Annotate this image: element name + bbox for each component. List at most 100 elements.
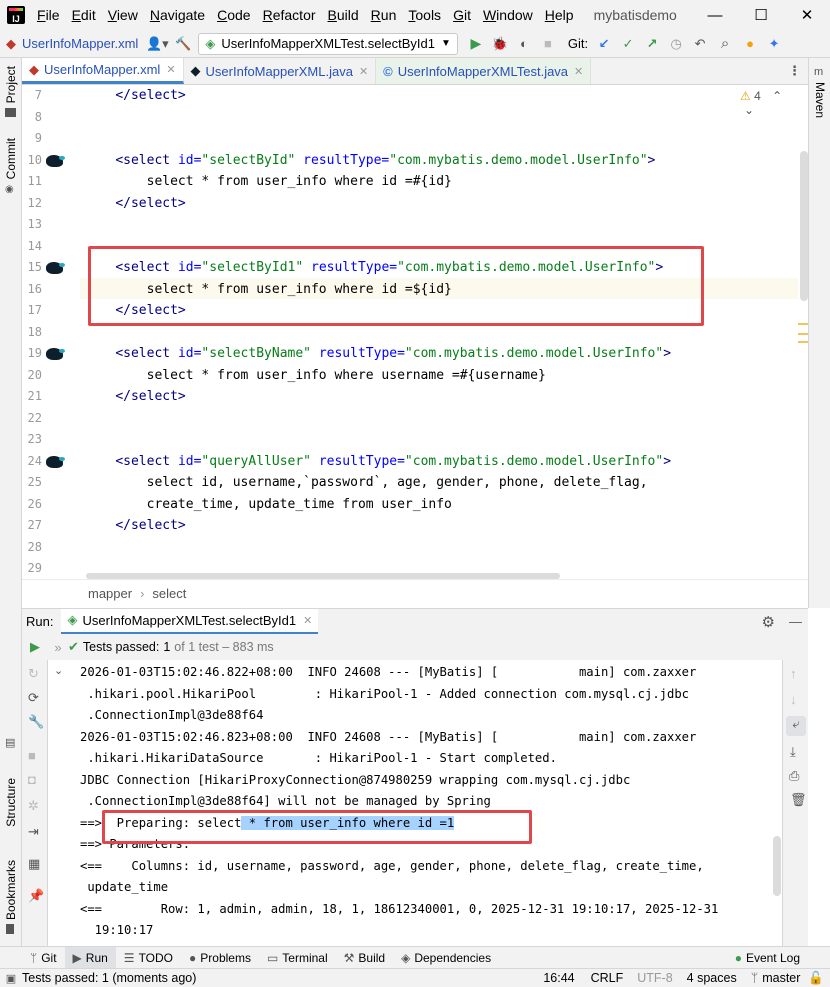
user-icon[interactable]: 👤▾ (142, 33, 172, 55)
code-line[interactable]: </select> (84, 85, 185, 106)
expand-icon[interactable]: » (48, 640, 68, 655)
wrench-icon[interactable]: 🔧 (28, 714, 44, 730)
tool-git[interactable]: ᛘ Git (0, 947, 65, 969)
maven-tool-button[interactable]: Maven (813, 82, 827, 118)
code-line[interactable]: </select> (84, 515, 185, 536)
minimize-panel-icon[interactable]: — (789, 614, 802, 629)
stop-icon[interactable]: ■ (28, 748, 36, 763)
menu-window[interactable]: Window (477, 7, 539, 23)
coverage-icon[interactable]: ◐ (512, 33, 536, 55)
git-update-icon[interactable]: ↙ (592, 33, 616, 55)
tool-dependencies[interactable]: ◈ Dependencies (393, 947, 499, 969)
soft-wrap-icon[interactable]: ⤶ (786, 716, 806, 736)
login-icon[interactable]: ⇥ (28, 824, 39, 840)
mybatis-navigate-icon[interactable] (46, 455, 65, 468)
nav-file-label[interactable]: UserInfoMapper.xml (18, 33, 142, 55)
jetbrains-ai-icon[interactable]: ✦ (762, 33, 786, 55)
breadcrumb-item[interactable]: mapper (88, 586, 132, 601)
tab-userinfomapperxml-java[interactable]: ◆ UserInfoMapperXML.java ✕ (184, 58, 377, 84)
caret-position[interactable]: 16:44 (543, 971, 574, 985)
code-line[interactable]: select * from user_info where username =… (84, 365, 546, 386)
menu-view[interactable]: View (102, 7, 144, 23)
file-encoding[interactable]: UTF-8 (637, 971, 672, 985)
run-icon[interactable]: ▶ (464, 33, 488, 55)
mybatis-navigate-icon[interactable] (46, 154, 65, 167)
menu-tools[interactable]: Tools (402, 7, 447, 23)
breadcrumb-item[interactable]: select (152, 586, 186, 601)
toggle-auto-test-icon[interactable]: ⟳ (28, 690, 39, 706)
editor-scrollbar[interactable] (798, 85, 808, 579)
scroll-thumb[interactable] (773, 836, 781, 896)
collapse-icon[interactable]: ⌄ (54, 664, 63, 677)
code-line[interactable]: </select> (84, 193, 185, 214)
tab-userinfomapper-xml[interactable]: ◆ UserInfoMapper.xml ✕ (22, 58, 184, 84)
close-tab-icon[interactable]: ✕ (574, 65, 583, 78)
camera-icon[interactable]: ◘ (28, 772, 36, 787)
tool-problems[interactable]: ● Problems (181, 947, 259, 969)
mybatis-navigate-icon[interactable] (46, 262, 65, 274)
scroll-thumb[interactable] (800, 151, 808, 301)
tool-build[interactable]: ⚒ Build (336, 947, 393, 969)
code-line[interactable]: select id, username,`password`, age, gen… (84, 472, 648, 493)
console-output[interactable]: ⌄ 2026-01-03T15:02:46.822+08:00 INFO 246… (48, 660, 772, 946)
panel-toggle-icon[interactable]: ▣ (0, 972, 22, 985)
pin-icon[interactable]: 📌 (28, 888, 44, 904)
menu-file[interactable]: File (31, 7, 66, 23)
git-push-icon[interactable]: ↗ (640, 33, 664, 55)
code-line[interactable]: select * from user_info where id =#{id} (84, 171, 452, 192)
lock-icon[interactable]: 🔓 (808, 971, 824, 986)
indent-setting[interactable]: 4 spaces (687, 971, 737, 985)
build-hammer-icon[interactable]: 🔨 (172, 33, 194, 55)
print-icon[interactable]: ⎙ (789, 768, 799, 784)
code-line[interactable]: <select id="queryAllUser" resultType="co… (84, 451, 671, 472)
status-message[interactable]: Tests passed: 1 (moments ago) (22, 971, 196, 985)
menu-run[interactable]: Run (365, 7, 403, 23)
menu-refactor[interactable]: Refactor (257, 7, 322, 23)
code-line[interactable]: <select id="selectByName" resultType="co… (84, 343, 671, 364)
menu-code[interactable]: Code (211, 7, 256, 23)
gear-icon[interactable]: ⚙ (762, 613, 775, 631)
code-line[interactable]: <select id="selectById" resultType="com.… (84, 150, 655, 171)
close-tab-icon[interactable]: ✕ (166, 63, 175, 76)
code-editor[interactable]: </select> <select id="selectById" result… (80, 85, 798, 579)
line-separator[interactable]: CRLF (591, 971, 624, 985)
tool-event-log[interactable]: ● Event Log (727, 947, 830, 969)
maximize-button[interactable]: ☐ (738, 0, 784, 30)
warnings-indicator[interactable]: ⚠ 4 ⌃ ⌄ (740, 89, 798, 117)
close-tab-icon[interactable]: ✕ (359, 65, 368, 78)
git-branch[interactable]: master (762, 971, 800, 985)
project-tool-button[interactable]: Project (4, 66, 18, 103)
stop-icon[interactable]: ■ (536, 33, 560, 55)
debug-icon[interactable]: 🐞 (488, 33, 512, 55)
run-tab[interactable]: ◈ UserInfoMapperXMLTest.selectById1 ✕ (61, 608, 319, 635)
code-line[interactable]: create_time, update_time from user_info (84, 494, 452, 515)
commit-tool-button[interactable]: Commit (4, 138, 18, 179)
menu-build[interactable]: Build (322, 7, 365, 23)
run-config-select[interactable]: ◈ UserInfoMapperXMLTest.selectById1 ▼ (198, 32, 458, 55)
tabs-menu-icon[interactable]: ⋮ (781, 58, 808, 84)
layout-icon[interactable]: ▦ (28, 856, 40, 872)
code-line[interactable]: </select> (84, 386, 185, 407)
settings-icon[interactable]: ✲ (28, 798, 39, 814)
git-history-icon[interactable]: ◷ (664, 33, 688, 55)
rollback-icon[interactable]: ↶ (688, 33, 712, 55)
git-commit-icon[interactable]: ✓ (616, 33, 640, 55)
mybatis-navigate-icon[interactable] (46, 348, 65, 360)
arrow-up-icon[interactable]: ↑ (790, 666, 797, 681)
scroll-to-end-icon[interactable]: ⤓ (790, 744, 796, 760)
menu-navigate[interactable]: Navigate (144, 7, 211, 23)
console-scrollbar[interactable] (772, 660, 782, 946)
minimize-button[interactable]: — (692, 0, 738, 30)
rerun-failed-icon[interactable]: ↻ (28, 666, 39, 682)
tool-run[interactable]: ▶ Run (64, 946, 116, 969)
menu-edit[interactable]: Edit (66, 7, 102, 23)
close-tab-icon[interactable]: ✕ (303, 614, 312, 627)
arrow-down-icon[interactable]: ↓ (790, 692, 797, 707)
menu-git[interactable]: Git (447, 7, 477, 23)
tool-terminal[interactable]: ▭ Terminal (259, 947, 336, 969)
updates-icon[interactable]: ● (738, 33, 762, 55)
close-window-button[interactable]: ✕ (784, 0, 830, 30)
menu-help[interactable]: Help (539, 7, 580, 23)
search-icon[interactable]: ⌕ (712, 33, 738, 55)
trash-icon[interactable]: 🗑 (790, 792, 807, 808)
